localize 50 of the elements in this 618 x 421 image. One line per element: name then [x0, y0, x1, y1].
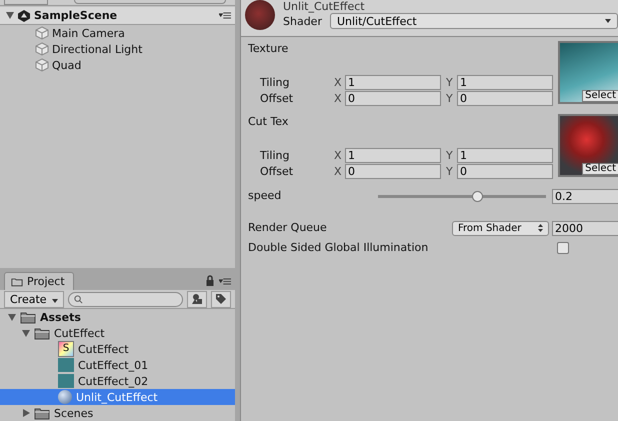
property-label: Offset	[259, 164, 294, 178]
property-label: Tiling	[259, 76, 291, 88]
material-name: Unlit_CutEffect	[283, 0, 366, 13]
number-field[interactable]: 1	[457, 74, 553, 90]
project-item[interactable]: CutEffect_02	[0, 373, 235, 389]
number-field[interactable]: 1	[457, 148, 553, 162]
shader-file-icon: S	[58, 341, 74, 357]
project-item[interactable]: CutEffect	[0, 325, 235, 341]
project-item[interactable]: Unlit_CutEffect	[0, 389, 235, 405]
number-field[interactable]: 0	[457, 164, 553, 178]
axis-label: Y	[446, 148, 454, 162]
number-field[interactable]: 1	[345, 74, 441, 90]
scene-header[interactable]: SampleScene	[0, 7, 235, 25]
texture-slot[interactable]: Select	[558, 41, 618, 104]
render-queue-dropdown[interactable]: From Shader	[452, 220, 549, 236]
select-button[interactable]: Select	[582, 90, 618, 102]
number-field[interactable]: 0.2	[552, 188, 618, 204]
shader-label: Shader	[283, 14, 322, 28]
hierarchy-item[interactable]: Quad	[0, 57, 235, 73]
hierarchy-item[interactable]: Directional Light	[0, 41, 235, 57]
scene-name: SampleScene	[34, 9, 118, 22]
property-label: Tiling	[259, 148, 291, 162]
axis-label: X	[334, 164, 343, 178]
property-label: Cut Tex	[248, 114, 290, 130]
property-label: Double Sided Global Illumination	[248, 240, 430, 256]
number-field[interactable]: 1	[345, 148, 441, 162]
axis-label: X	[334, 148, 343, 162]
number-field[interactable]: 0	[457, 90, 553, 106]
create-dropdown[interactable]: Create	[4, 290, 64, 308]
project-tab[interactable]: Project	[4, 272, 74, 290]
number-field[interactable]: 0	[345, 164, 441, 178]
axis-label: Y	[446, 164, 454, 178]
property-label: Render Queue	[248, 220, 328, 236]
property-label: Offset	[259, 92, 294, 104]
axis-label: X	[334, 92, 343, 104]
axis-label: X	[334, 76, 343, 88]
number-field[interactable]: 0	[345, 90, 441, 106]
axis-label: Y	[446, 92, 454, 104]
select-button[interactable]: Select	[582, 163, 618, 175]
property-label: Texture	[248, 41, 290, 57]
project-item[interactable]: Assets	[0, 309, 235, 325]
hierarchy-item[interactable]: Main Camera	[0, 25, 235, 41]
property-label: speed	[248, 188, 282, 204]
axis-label: Y	[446, 76, 454, 88]
project-item[interactable]: CutEffect_01	[0, 357, 235, 373]
project-item[interactable]: S CutEffect	[0, 341, 235, 357]
project-item[interactable]: Scenes	[0, 405, 235, 421]
shader-dropdown[interactable]: Unlit/CutEffect	[330, 13, 618, 29]
number-field[interactable]: 2000	[552, 220, 618, 236]
texture-slot[interactable]: Select	[558, 114, 618, 177]
